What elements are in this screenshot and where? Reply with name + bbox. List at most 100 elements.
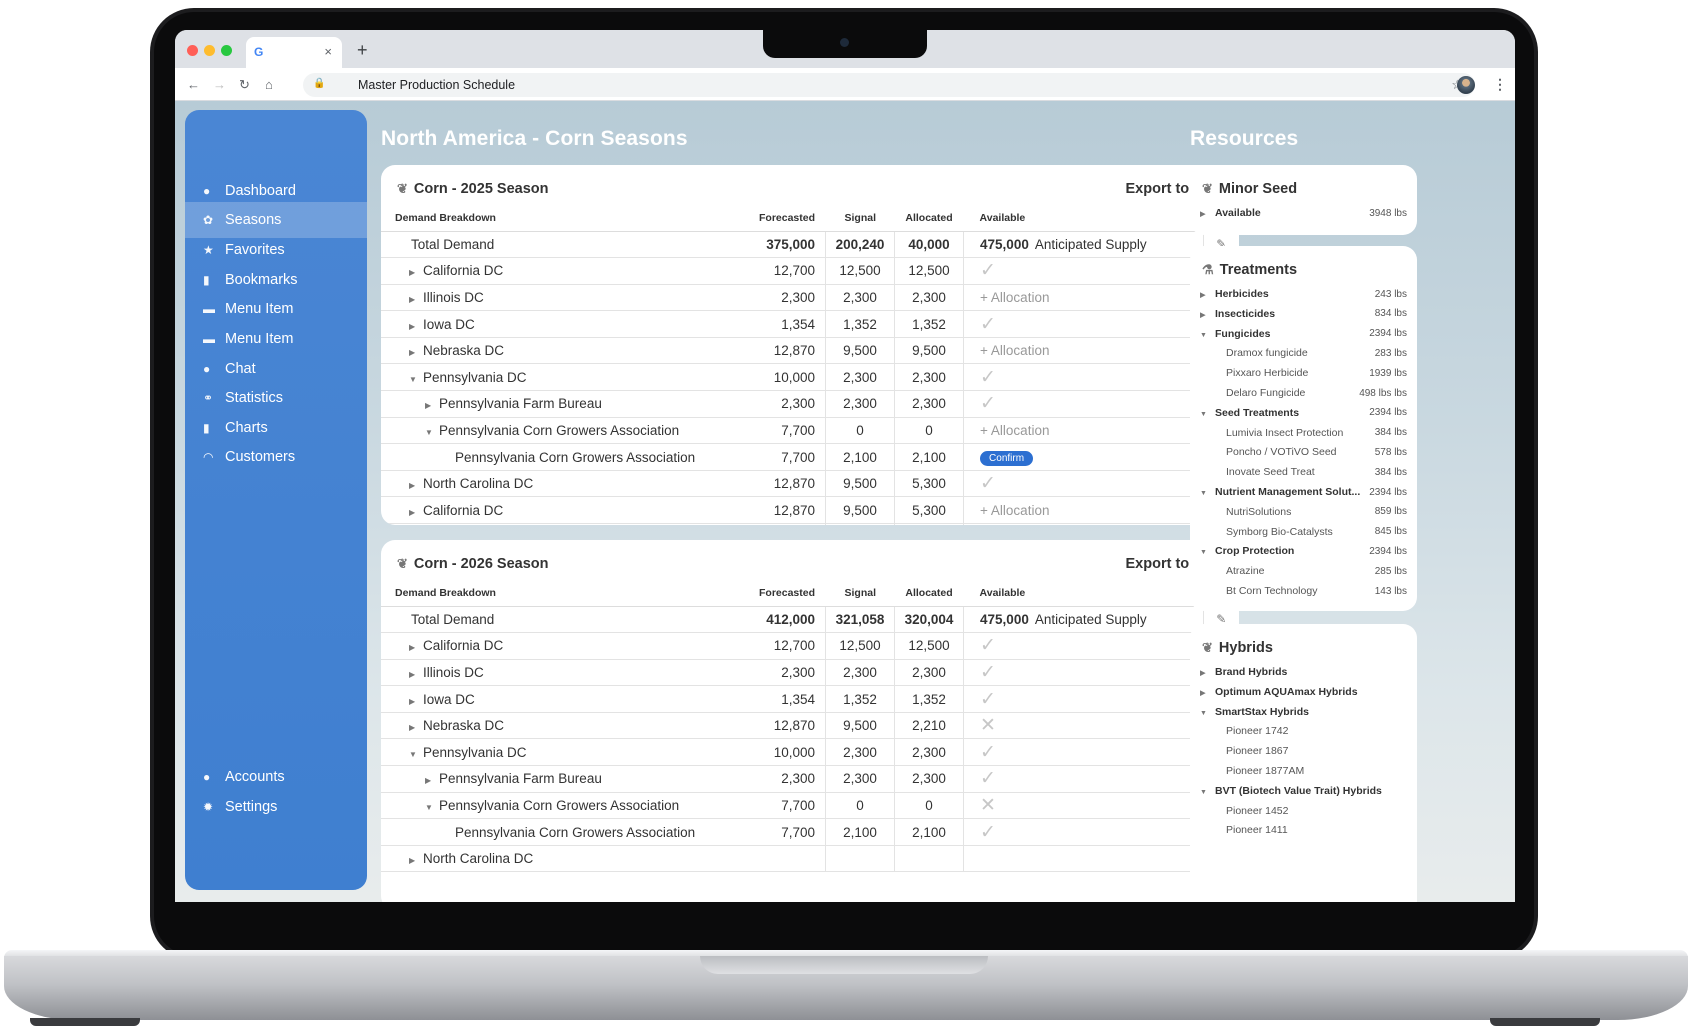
table-row[interactable]: ▶ Pennsylvania Farm Bureau 2,300 2,300 2,300…	[381, 390, 1239, 418]
table-row[interactable]: ▼Pennsylvania DC10,0002,3002,300✓✎	[381, 738, 1239, 767]
resource-row[interactable]: ▼ Crop Protection 2394 lbs	[1200, 541, 1407, 561]
resource-row[interactable]: Inovate Seed Treat 384 lbs	[1200, 462, 1407, 482]
table-row[interactable]: ▶Iowa DC1,3541,3521,352✓✎	[381, 685, 1239, 713]
table-row[interactable]: ▶ California DC 12,870 9,500 5,300 + Allocati…	[381, 496, 1239, 525]
resource-row[interactable]: Bt Corn Technology 143 lbs	[1200, 581, 1407, 601]
table-row[interactable]: ▶North Carolina DC12,8709,5005,300✓✎	[381, 470, 1239, 498]
caret-right-icon[interactable]: ▶	[409, 481, 423, 490]
caret-right-icon[interactable]: ▶	[1200, 689, 1215, 697]
resource-row[interactable]: ▼ BVT (Biotech Value Trait) Hybrids	[1200, 781, 1407, 801]
back-icon[interactable]: ←	[187, 77, 200, 92]
close-window-button[interactable]	[187, 45, 198, 56]
caret-right-icon[interactable]: ▶	[409, 295, 423, 304]
table-row[interactable]: ▼ Pennsylvania Corn Growers Association 7,…	[381, 417, 1239, 445]
caret-down-icon[interactable]: ▼	[1200, 411, 1215, 418]
resource-row[interactable]: ▼ Nutrient Management Solut... 2394 lbs	[1200, 482, 1407, 502]
resource-label: Pioneer 1877AM	[1200, 765, 1407, 777]
resource-row[interactable]: Pixxaro Herbicide 1939 lbs	[1200, 363, 1407, 383]
resource-row[interactable]: Pioneer 1742	[1200, 721, 1407, 741]
caret-down-icon[interactable]: ▼	[1200, 490, 1215, 497]
resource-row[interactable]: ▶ Herbicides 243 lbs	[1200, 284, 1407, 304]
table-row[interactable]: ▶Nebraska DC12,8709,5002,210✕✎	[381, 712, 1239, 740]
caret-down-icon[interactable]: ▼	[1200, 710, 1215, 717]
caret-right-icon[interactable]: ▶	[409, 268, 423, 277]
resource-row[interactable]: Pioneer 1877AM	[1200, 761, 1407, 781]
table-row[interactable]: ▶Iowa DC1,3541,3521,352✓✎	[381, 310, 1239, 338]
caret-right-icon[interactable]: ▶	[1200, 669, 1215, 677]
caret-right-icon[interactable]: ▶	[425, 401, 439, 410]
caret-down-icon[interactable]: ▼	[425, 803, 439, 812]
table-row[interactable]: ▶California DC12,70012,50012,500✓✎	[381, 257, 1239, 285]
row-name: ▼ Pennsylvania Corn Growers Association	[381, 417, 759, 445]
caret-down-icon[interactable]: ▼	[1200, 789, 1215, 796]
resource-row[interactable]: Pioneer 1411	[1200, 820, 1407, 840]
add-allocation-link[interactable]: + Allocation	[980, 423, 1049, 438]
resource-row[interactable]: ▼ Fungicides 2394 lbs	[1200, 324, 1407, 344]
caret-down-icon[interactable]: ▼	[1200, 549, 1215, 556]
caret-right-icon[interactable]: ▶	[1200, 311, 1215, 319]
forward-icon[interactable]: →	[213, 77, 226, 92]
confirm-button[interactable]: Confirm	[980, 450, 1034, 466]
browser-tab[interactable]: G ×	[246, 37, 342, 68]
caret-right-icon[interactable]: ▶	[409, 322, 423, 331]
table-row[interactable]: ▼ Pennsylvania Corn Growers Association 7,…	[381, 792, 1239, 820]
table-row[interactable]: ▶Illinois DC2,3002,3002,300✓✎	[381, 659, 1239, 687]
total-demand-row[interactable]: Total Demand 412,000 321,058 320,004 475,000…	[381, 606, 1239, 634]
resource-row[interactable]: Poncho / VOTiVO Seed 578 lbs	[1200, 442, 1407, 462]
resource-row[interactable]: Symborg Bio-Catalysts 845 lbs	[1200, 522, 1407, 542]
table-row[interactable]: ▶North Carolina DC✎	[381, 845, 1239, 873]
caret-right-icon[interactable]: ▶	[425, 776, 439, 785]
table-row[interactable]: ▶Oregon DC12,8709,5005,300+ Allocation✎	[381, 523, 1239, 525]
caret-right-icon[interactable]: ▶	[1200, 291, 1215, 299]
resource-row[interactable]: Dramox fungicide 283 lbs	[1200, 343, 1407, 363]
caret-right-icon[interactable]: ▶	[409, 348, 423, 357]
caret-right-icon[interactable]: ▶	[409, 508, 423, 517]
caret-right-icon[interactable]: ▶	[409, 697, 423, 706]
row-label: California DC	[423, 502, 504, 518]
resource-row[interactable]: Lumivia Insect Protection 384 lbs	[1200, 423, 1407, 443]
total-demand-row[interactable]: Total Demand 375,000 200,240 40,000 475,000 A…	[381, 231, 1239, 259]
table-row[interactable]: ▼Pennsylvania DC10,0002,3002,300✓✎	[381, 363, 1239, 392]
resource-row[interactable]: Pioneer 1867	[1200, 741, 1407, 761]
table-row[interactable]: ▶ Nebraska DC 12,870 9,500 9,500 + Allocation…	[381, 337, 1239, 365]
zoom-window-button[interactable]	[221, 45, 232, 56]
new-tab-button[interactable]: +	[357, 40, 368, 61]
minimize-window-button[interactable]	[204, 45, 215, 56]
caret-down-icon[interactable]: ▼	[1200, 332, 1215, 339]
add-allocation-link[interactable]: + Allocation	[980, 343, 1049, 358]
browser-menu-icon[interactable]: ⋮	[1493, 76, 1507, 93]
table-row[interactable]: ▶Illinois DC2,3002,3002,300+ Allocation✎	[381, 284, 1239, 312]
caret-down-icon[interactable]: ▼	[425, 428, 439, 437]
resource-row[interactable]: ▶ Brand Hybrids	[1200, 662, 1407, 682]
caret-right-icon[interactable]: ▶	[409, 670, 423, 679]
url-field[interactable]: 🔒 Master Production Schedule ☆	[303, 73, 1475, 97]
resource-row[interactable]: ▼ Seed Treatments 2394 lbs	[1200, 403, 1407, 423]
col-header-allocated: Allocated	[894, 205, 964, 232]
caret-right-icon[interactable]: ▶	[409, 723, 423, 732]
table-row[interactable]: Pennsylvania Corn Growers Association 7,7…	[381, 443, 1239, 471]
home-icon[interactable]: ⌂	[265, 77, 273, 92]
caret-right-icon[interactable]: ▶	[409, 856, 423, 865]
resource-row[interactable]: ▶ Available 3948 lbs	[1200, 203, 1407, 223]
caret-right-icon[interactable]: ▶	[1200, 210, 1215, 218]
add-allocation-link[interactable]: + Allocation	[980, 290, 1049, 305]
sidebar-item-customers[interactable]: ◠ Customers	[185, 439, 367, 475]
resource-row[interactable]: ▶ Optimum AQUAmax Hybrids	[1200, 682, 1407, 702]
resource-row[interactable]: Atrazine 285 lbs	[1200, 561, 1407, 581]
reload-icon[interactable]: ↻	[239, 77, 250, 93]
table-row[interactable]: ▶California DC12,70012,50012,500✓✎	[381, 632, 1239, 660]
table-row[interactable]: Pennsylvania Corn Growers Association 7,7…	[381, 818, 1239, 846]
resource-row[interactable]: ▶ Insecticides 834 lbs	[1200, 304, 1407, 324]
resource-row[interactable]: NutriSolutions 859 lbs	[1200, 502, 1407, 522]
caret-down-icon[interactable]: ▼	[409, 375, 423, 384]
resource-row[interactable]: Delaro Fungicide 498 lbs lbs	[1200, 383, 1407, 403]
add-allocation-link[interactable]: + Allocation	[980, 503, 1049, 518]
table-row[interactable]: ▶ Pennsylvania Farm Bureau 2,300 2,300 2,300…	[381, 765, 1239, 793]
profile-avatar[interactable]	[1457, 76, 1475, 94]
resource-row[interactable]: ▼ SmartStax Hybrids	[1200, 702, 1407, 722]
caret-down-icon[interactable]: ▼	[409, 750, 423, 759]
close-tab-icon[interactable]: ×	[324, 44, 332, 59]
sidebar-item-settings[interactable]: ✹ Settings	[185, 789, 367, 825]
resource-row[interactable]: Pioneer 1452	[1200, 801, 1407, 821]
caret-right-icon[interactable]: ▶	[409, 643, 423, 652]
